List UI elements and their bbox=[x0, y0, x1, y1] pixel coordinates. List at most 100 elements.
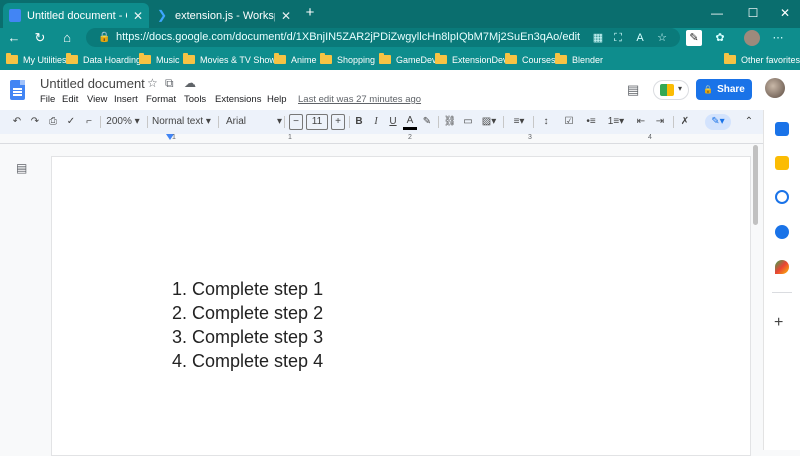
numbered-list-icon[interactable]: 1≡▾ bbox=[605, 114, 627, 130]
list-item[interactable]: 3. Complete step 3 bbox=[172, 325, 323, 349]
highlight-icon[interactable]: ✎ bbox=[420, 114, 434, 130]
list-item[interactable]: 4. Complete step 4 bbox=[172, 349, 323, 373]
last-edit-link[interactable]: Last edit was 27 minutes ago bbox=[298, 94, 421, 105]
star-icon[interactable]: ☆ bbox=[147, 76, 158, 90]
extension-icon[interactable]: ✎ bbox=[686, 30, 702, 46]
bookmark-blender[interactable]: Blender bbox=[555, 52, 603, 67]
bookmark-my-utilities[interactable]: My Utilities bbox=[6, 52, 67, 67]
divider bbox=[349, 116, 350, 128]
underline-icon[interactable]: U bbox=[386, 114, 400, 130]
document-title[interactable]: Untitled document bbox=[40, 76, 145, 91]
google-docs-icon[interactable] bbox=[10, 80, 25, 100]
favorite-icon[interactable]: ☆ bbox=[654, 30, 670, 46]
bookmark-movies-tv[interactable]: Movies & TV Shows bbox=[183, 52, 280, 67]
zoom-select[interactable]: 200% ▾ bbox=[104, 114, 142, 130]
bulleted-list-icon[interactable]: •≡ bbox=[581, 114, 601, 130]
image-icon[interactable]: ▨▾ bbox=[479, 114, 499, 130]
tab-vscode[interactable]: ❯ extension.js - Workspace - Visual Stud… bbox=[151, 3, 297, 28]
more-icon[interactable]: ⋯ bbox=[770, 30, 786, 46]
font-size-input[interactable]: 11 bbox=[306, 114, 328, 130]
paragraph-style-select[interactable]: Normal text ▾ bbox=[152, 114, 214, 130]
read-aloud-icon[interactable]: A bbox=[632, 30, 648, 46]
increase-indent-icon[interactable]: ⇥ bbox=[653, 114, 667, 130]
bookmark-extensiondev[interactable]: ExtensionDev bbox=[435, 52, 508, 67]
redo-icon[interactable]: ↷ bbox=[28, 114, 42, 130]
list-item[interactable]: 1. Complete step 1 bbox=[172, 277, 323, 301]
align-icon[interactable]: ≡▾ bbox=[508, 114, 530, 130]
line-spacing-icon[interactable]: ↕ bbox=[538, 114, 554, 130]
url-text: https://docs.google.com/document/d/1XBnj… bbox=[116, 31, 581, 43]
move-folder-icon[interactable]: ⧉ bbox=[165, 76, 174, 91]
print-icon[interactable]: ⎙ bbox=[46, 114, 60, 130]
bookmark-courses[interactable]: Courses bbox=[505, 52, 556, 67]
contacts-icon[interactable] bbox=[775, 225, 789, 239]
screenshot-icon[interactable]: ⛶ bbox=[610, 30, 626, 46]
decrease-indent-icon[interactable]: ⇤ bbox=[634, 114, 648, 130]
italic-icon[interactable]: I bbox=[369, 114, 383, 130]
bookmark-gamedev[interactable]: GameDev bbox=[379, 52, 437, 67]
close-window-button[interactable]: ✕ bbox=[770, 4, 800, 22]
minimize-button[interactable]: — bbox=[702, 4, 732, 22]
share-button[interactable]: 🔒 Share bbox=[696, 79, 752, 100]
comment-icon[interactable]: ▭ bbox=[461, 114, 475, 130]
tab-title: extension.js - Workspace - Visual Studio… bbox=[175, 9, 275, 22]
tasks-icon[interactable] bbox=[775, 190, 789, 204]
close-icon[interactable]: ✕ bbox=[133, 9, 143, 23]
link-icon[interactable]: ⛓ bbox=[443, 114, 457, 130]
menu-help[interactable]: Help bbox=[267, 94, 287, 105]
checklist-icon[interactable]: ☑ bbox=[562, 114, 576, 130]
extensions-icon[interactable]: ✿ bbox=[712, 30, 728, 46]
calendar-icon[interactable] bbox=[775, 122, 789, 136]
maps-icon[interactable] bbox=[775, 260, 789, 274]
menu-edit[interactable]: Edit bbox=[62, 94, 78, 105]
cloud-status-icon[interactable]: ☁ bbox=[184, 76, 196, 90]
list-item[interactable]: 2. Complete step 2 bbox=[172, 301, 323, 325]
account-avatar[interactable] bbox=[765, 78, 785, 98]
tab-search-icon[interactable]: ▦ bbox=[590, 30, 606, 46]
menu-tools[interactable]: Tools bbox=[184, 94, 206, 105]
menu-insert[interactable]: Insert bbox=[114, 94, 138, 105]
menu-extensions[interactable]: Extensions bbox=[215, 94, 261, 105]
profile-avatar[interactable] bbox=[744, 30, 760, 46]
tab-google-docs[interactable]: Untitled document - Google Docs ✕ bbox=[3, 3, 149, 28]
meet-button[interactable]: ▾ bbox=[653, 80, 689, 100]
reload-icon[interactable]: ↻ bbox=[30, 29, 50, 47]
share-label: Share bbox=[717, 84, 745, 95]
spellcheck-icon[interactable]: ✓ bbox=[64, 114, 78, 130]
bookmark-anime[interactable]: Anime bbox=[274, 52, 317, 67]
text-color-icon[interactable]: A bbox=[403, 114, 417, 130]
maximize-button[interactable]: ☐ bbox=[738, 4, 768, 22]
bold-icon[interactable]: B bbox=[352, 114, 366, 130]
folder-icon bbox=[320, 53, 332, 64]
clear-formatting-icon[interactable]: ✗ bbox=[678, 114, 692, 130]
decrease-font-size-button[interactable]: − bbox=[289, 114, 303, 130]
chevron-up-icon[interactable]: ⌃ bbox=[742, 114, 756, 130]
comments-icon[interactable]: ▤ bbox=[627, 82, 639, 98]
document-outline-icon[interactable]: ▤ bbox=[16, 161, 27, 175]
divider bbox=[533, 116, 534, 128]
ruler-number: 1 bbox=[288, 134, 292, 141]
document-page[interactable]: 1. Complete step 1 2. Complete step 2 3.… bbox=[51, 156, 751, 456]
bookmark-music[interactable]: Music bbox=[139, 52, 180, 67]
bookmark-data-hoarding[interactable]: Data Hoarding bbox=[66, 52, 141, 67]
back-icon[interactable]: ← bbox=[4, 29, 24, 47]
new-tab-button[interactable]: + bbox=[300, 4, 320, 22]
increase-font-size-button[interactable]: + bbox=[331, 114, 345, 130]
close-icon[interactable]: ✕ bbox=[281, 9, 291, 23]
menu-file[interactable]: File bbox=[40, 94, 55, 105]
bookmark-shopping[interactable]: Shopping bbox=[320, 52, 375, 67]
paint-format-icon[interactable]: ⌐ bbox=[82, 114, 96, 130]
editing-mode-button[interactable]: ✎▾ bbox=[705, 114, 731, 130]
bookmark-label: Anime bbox=[291, 54, 317, 65]
undo-icon[interactable]: ↶ bbox=[10, 114, 24, 130]
home-icon[interactable]: ⌂ bbox=[57, 29, 77, 47]
font-select[interactable]: Arial ▾ bbox=[226, 114, 284, 130]
bookmark-other-favorites[interactable]: Other favorites bbox=[724, 52, 800, 67]
vertical-scrollbar[interactable] bbox=[753, 145, 758, 225]
menu-view[interactable]: View bbox=[87, 94, 107, 105]
keep-icon[interactable] bbox=[775, 156, 789, 170]
menu-format[interactable]: Format bbox=[146, 94, 176, 105]
meet-icon bbox=[660, 84, 674, 96]
add-addon-icon[interactable]: + bbox=[774, 314, 783, 332]
bookmark-label: Other favorites bbox=[741, 54, 800, 65]
